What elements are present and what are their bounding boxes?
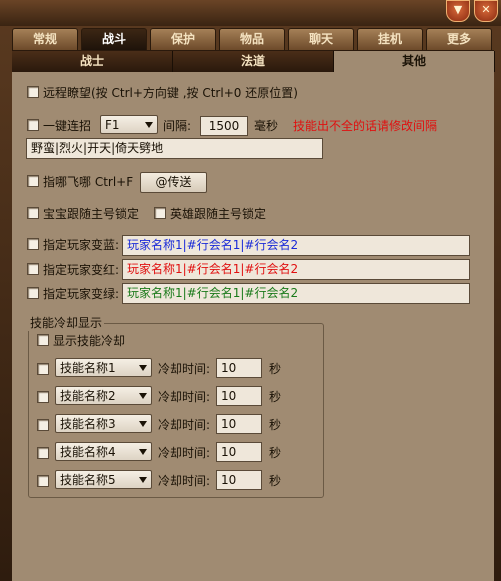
combo-skills-input[interactable]: 野蛮|烈火|开天|倚天劈地: [26, 138, 323, 159]
subtab-warrior[interactable]: 战士: [12, 51, 173, 72]
remote-view-option[interactable]: 远程瞭望(按 Ctrl+方向键 ,按 Ctrl+0 还原位置): [27, 82, 298, 102]
chevron-down-icon: [139, 477, 147, 483]
cooldown-unit: 秒: [269, 446, 282, 460]
tab-general[interactable]: 常规: [12, 28, 78, 50]
show-cooldown-label: 显示技能冷却: [53, 333, 126, 348]
main-tabs: 常规 战斗 保护 物品 聊天 挂机 更多: [12, 28, 494, 50]
green-player-option[interactable]: 指定玩家变绿:: [27, 283, 119, 303]
blue-player-label: 指定玩家变蓝:: [43, 237, 120, 252]
pet-follow-option[interactable]: 宝宝跟随主号锁定: [27, 203, 139, 223]
skill-select-5[interactable]: 技能名称5: [55, 470, 152, 489]
interval-unit: 毫秒: [254, 118, 279, 133]
cooldown-input-5[interactable]: 10: [216, 470, 262, 490]
combo-label: 一键连招: [43, 118, 92, 133]
combo-checkbox[interactable]: [27, 119, 39, 131]
hero-follow-checkbox[interactable]: [154, 207, 166, 219]
skill-select-value: 技能名称2: [60, 389, 116, 403]
skill-select-value: 技能名称1: [60, 361, 116, 375]
skill-select-value: 技能名称5: [60, 473, 116, 487]
close-icon: ✕: [481, 3, 491, 16]
chevron-down-icon: [145, 122, 153, 128]
skill-select-2[interactable]: 技能名称2: [55, 386, 152, 405]
chevron-down-icon: ▼: [453, 3, 463, 16]
cooldown-input-3[interactable]: 10: [216, 414, 262, 434]
fly-checkbox[interactable]: [27, 175, 39, 187]
blue-player-checkbox[interactable]: [27, 238, 39, 250]
chevron-down-icon: [139, 449, 147, 455]
cooldown-input-2[interactable]: 10: [216, 386, 262, 406]
cooldown-label: 冷却时间:: [158, 362, 211, 376]
green-player-label: 指定玩家变绿:: [43, 286, 120, 301]
cooldown-label: 冷却时间:: [158, 390, 211, 404]
cooldown-input-1[interactable]: 10: [216, 358, 262, 378]
close-button[interactable]: ✕: [474, 0, 498, 22]
interval-group: 间隔:: [163, 115, 191, 135]
subtab-mage-taoist[interactable]: 法道: [173, 51, 334, 72]
fly-label: 指哪飞哪 Ctrl+F: [43, 174, 134, 189]
chevron-down-icon: [139, 365, 147, 371]
chevron-down-icon: [139, 421, 147, 427]
minimize-button[interactable]: ▼: [446, 0, 470, 22]
skill-select-1[interactable]: 技能名称1: [55, 358, 152, 377]
title-bar: [0, 0, 501, 26]
pet-follow-label: 宝宝跟随主号锁定: [43, 206, 140, 221]
cooldown-title: 技能冷却显示: [28, 314, 105, 331]
combo-key-value: F1: [105, 118, 120, 132]
blue-player-option[interactable]: 指定玩家变蓝:: [27, 234, 119, 254]
cooldown-label: 冷却时间:: [158, 474, 211, 488]
skill-select-value: 技能名称3: [60, 417, 116, 431]
cooldown-unit: 秒: [269, 474, 282, 488]
pet-follow-checkbox[interactable]: [27, 207, 39, 219]
blue-player-input[interactable]: 玩家名称1|#行会名1|#行会名2: [122, 235, 470, 256]
interval-label: 间隔:: [163, 118, 192, 133]
green-player-checkbox[interactable]: [27, 287, 39, 299]
red-player-option[interactable]: 指定玩家变红:: [27, 259, 119, 279]
red-player-label: 指定玩家变红:: [43, 262, 120, 277]
tab-items[interactable]: 物品: [219, 28, 285, 50]
cooldown-checkbox-5[interactable]: [37, 475, 49, 487]
cooldown-label: 冷却时间:: [158, 446, 211, 460]
tab-chat[interactable]: 聊天: [288, 28, 354, 50]
show-cooldown-option[interactable]: 显示技能冷却: [37, 330, 125, 350]
sub-tabs: 战士 法道 其他: [12, 50, 495, 72]
cooldown-checkbox-2[interactable]: [37, 391, 49, 403]
subtab-other[interactable]: 其他: [334, 51, 495, 72]
skill-select-value: 技能名称4: [60, 445, 116, 459]
cooldown-checkbox-4[interactable]: [37, 447, 49, 459]
combo-hint: 技能出不全的话请修改间隔: [293, 118, 438, 133]
settings-panel: 远程瞭望(按 Ctrl+方向键 ,按 Ctrl+0 还原位置) 一键连招 F1 …: [12, 72, 494, 581]
cooldown-unit: 秒: [269, 390, 282, 404]
remote-view-label: 远程瞭望(按 Ctrl+方向键 ,按 Ctrl+0 还原位置): [43, 85, 298, 100]
cooldown-unit: 秒: [269, 362, 282, 376]
cooldown-checkbox-3[interactable]: [37, 419, 49, 431]
tab-afk[interactable]: 挂机: [357, 28, 423, 50]
fly-option[interactable]: 指哪飞哪 Ctrl+F: [27, 171, 133, 191]
interval-input[interactable]: 1500: [200, 116, 248, 136]
cooldown-input-4[interactable]: 10: [216, 442, 262, 462]
cooldown-checkbox-1[interactable]: [37, 363, 49, 375]
red-player-input[interactable]: 玩家名称1|#行会名1|#行会名2: [122, 259, 470, 280]
cooldown-unit: 秒: [269, 418, 282, 432]
teleport-button[interactable]: @传送: [140, 172, 207, 193]
combo-hint-row: 技能出不全的话请修改间隔: [293, 115, 437, 135]
combo-key-select[interactable]: F1: [100, 115, 158, 134]
chevron-down-icon: [139, 393, 147, 399]
hero-follow-label: 英雄跟随主号锁定: [170, 206, 267, 221]
tab-combat[interactable]: 战斗: [81, 28, 147, 50]
hero-follow-option[interactable]: 英雄跟随主号锁定: [154, 203, 266, 223]
interval-unit-row: 毫秒: [254, 115, 278, 135]
red-player-checkbox[interactable]: [27, 263, 39, 275]
green-player-input[interactable]: 玩家名称1|#行会名1|#行会名2: [122, 283, 470, 304]
tab-protect[interactable]: 保护: [150, 28, 216, 50]
skill-select-3[interactable]: 技能名称3: [55, 414, 152, 433]
show-cooldown-checkbox[interactable]: [37, 334, 49, 346]
cooldown-label: 冷却时间:: [158, 418, 211, 432]
remote-view-checkbox[interactable]: [27, 86, 39, 98]
combo-option[interactable]: 一键连招: [27, 115, 91, 135]
skill-select-4[interactable]: 技能名称4: [55, 442, 152, 461]
tab-more[interactable]: 更多: [426, 28, 492, 50]
